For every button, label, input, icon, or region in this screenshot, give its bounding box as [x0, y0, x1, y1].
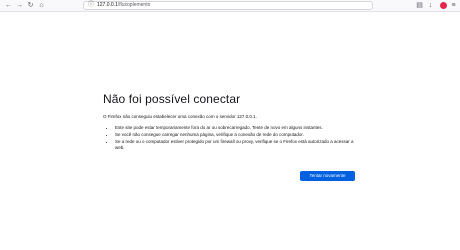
url-bar[interactable]: ⓘ 127.0.0.1/fluxoplemento	[83, 1, 373, 10]
page-info-icon[interactable]: ⓘ	[88, 2, 94, 9]
extensions-icon[interactable]: ▤	[415, 1, 424, 10]
error-page: Não foi possível conectar O Firefox não …	[103, 92, 363, 152]
list-item: Se a rede ou o computador estiver proteg…	[115, 139, 363, 151]
retry-button[interactable]: Tentar novamente	[300, 171, 355, 181]
downloads-icon[interactable]: ↓	[426, 1, 435, 10]
account-icon[interactable]	[440, 2, 447, 9]
url-text: 127.0.0.1/fluxoplemento	[97, 2, 150, 9]
home-icon[interactable]: ⌂	[37, 1, 46, 10]
url-host: 127.0.0.1	[97, 2, 118, 8]
error-description: O Firefox não conseguiu estabelecer uma …	[103, 114, 257, 119]
error-title: Não foi possível conectar	[103, 92, 241, 106]
list-item: Este site pode estar temporariamente for…	[115, 125, 363, 131]
back-arrow-icon[interactable]: ←	[4, 1, 13, 10]
reload-icon[interactable]: ↻	[26, 1, 35, 10]
forward-arrow-icon[interactable]: →	[15, 1, 24, 10]
menu-icon[interactable]: ≡	[449, 1, 458, 10]
browser-toolbar: ← → ↻ ⌂ ⓘ 127.0.0.1/fluxoplemento ▤ ↓ ≡	[0, 0, 460, 12]
error-suggestions: Este site pode estar temporariamente for…	[103, 125, 363, 151]
list-item: Se você não consegue carregar nenhuma pá…	[115, 132, 363, 138]
url-path: /fluxoplemento	[117, 2, 151, 8]
